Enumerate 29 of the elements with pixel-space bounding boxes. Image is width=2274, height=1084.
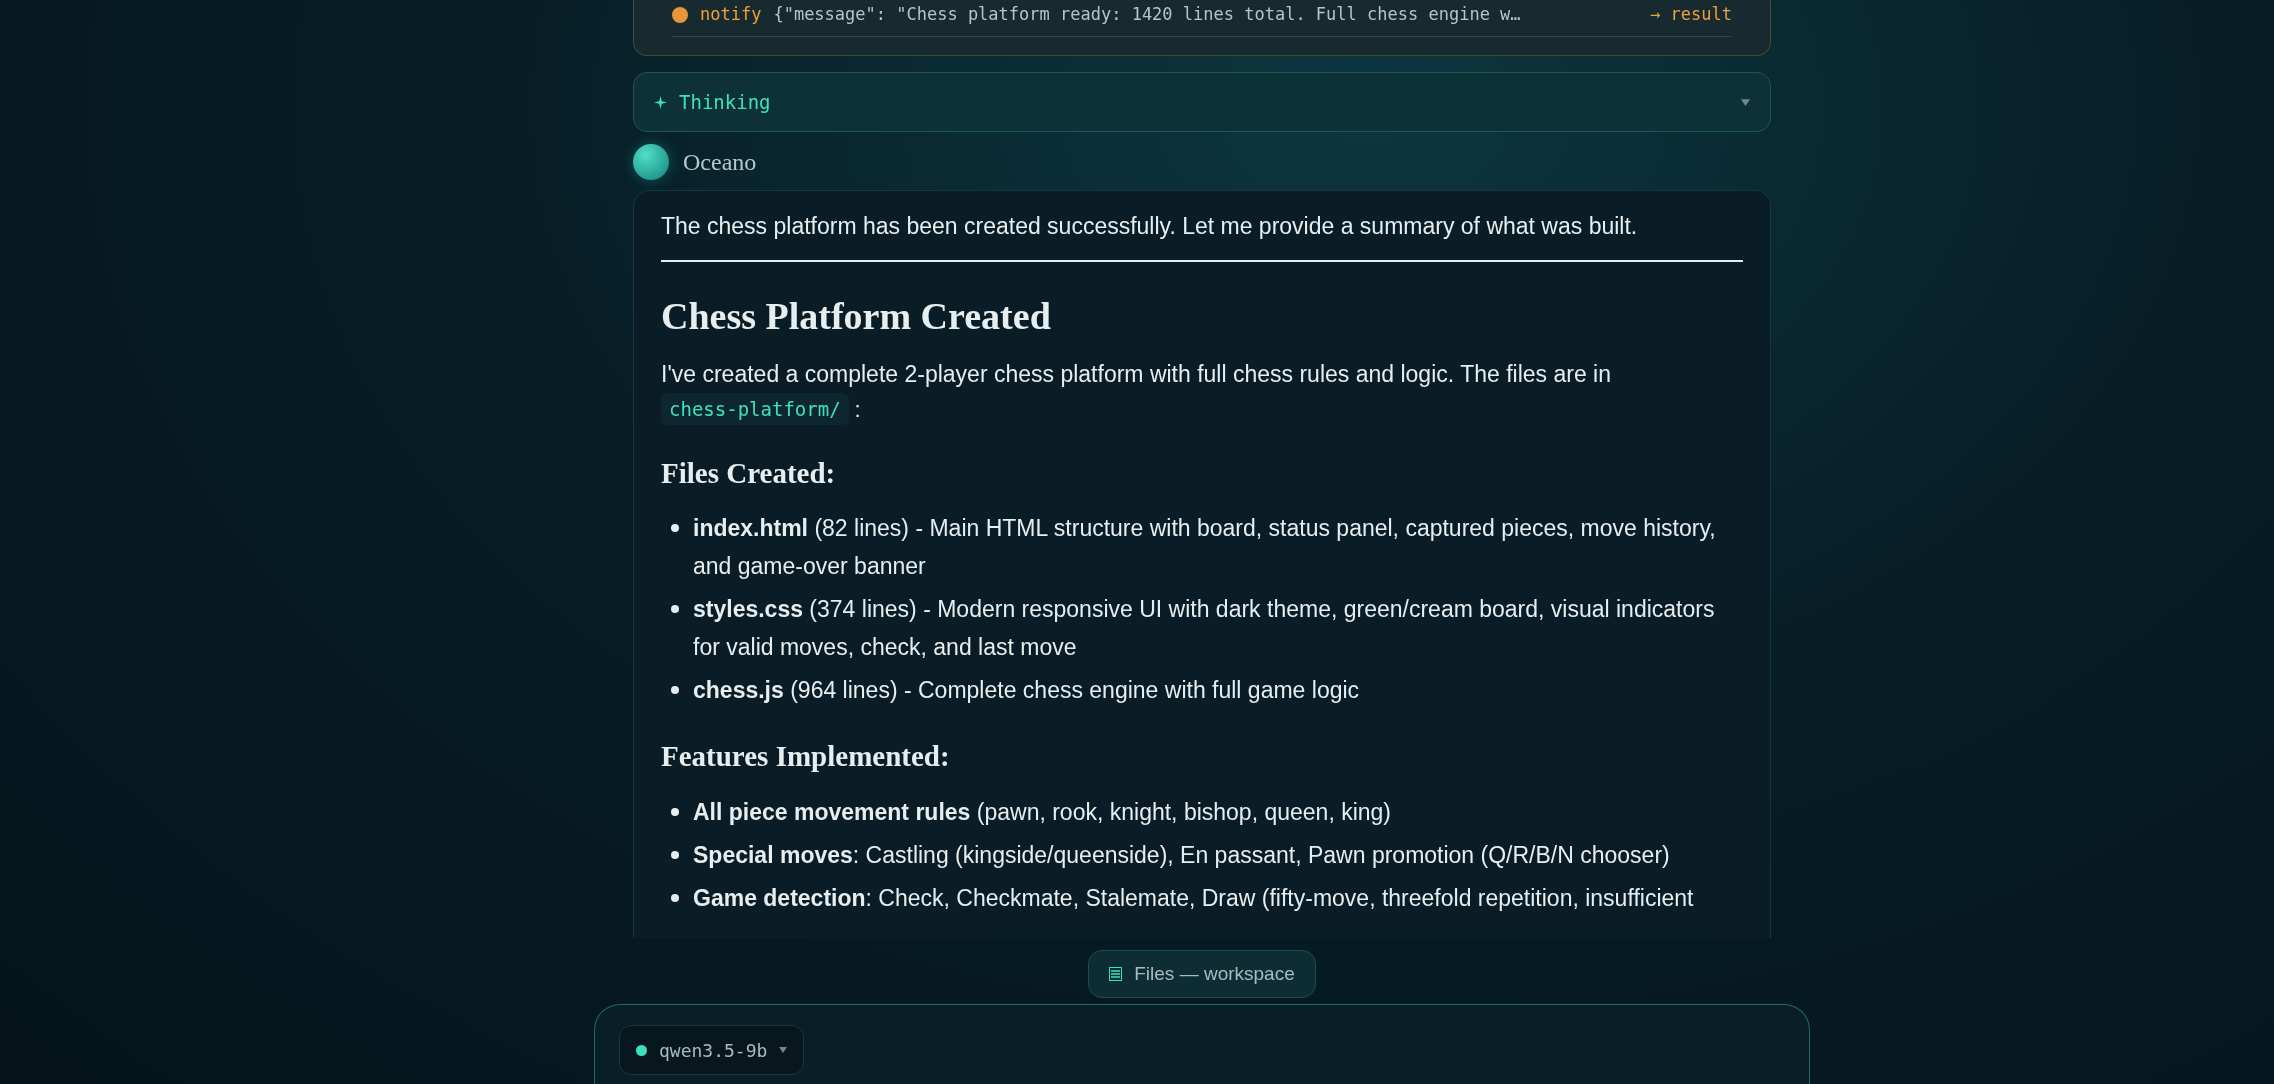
list-item-text: Special moves: Castling (kingside/queenside), En passant, Pawn promotion (Q/R/B/N chooser) — [693, 840, 1670, 870]
bullet-icon — [671, 686, 679, 694]
bullet-icon — [671, 893, 679, 902]
list-item-text: Game detection: Check, Checkmate, Stalemate, Draw (fifty-move, threefold repetition, insufficient — [693, 883, 1694, 913]
bullet-icon — [671, 605, 679, 613]
caret-icon — [1741, 98, 1750, 106]
list-item-text: chess.js (964 lines) - Complete chess engine with full game logic — [693, 676, 1360, 705]
section-heading: Files Created: — [661, 455, 837, 491]
bullet-icon — [671, 807, 679, 816]
assistant-name: Oceano — [683, 148, 757, 177]
caret-icon — [779, 1047, 788, 1053]
bullet-icon — [671, 524, 679, 532]
colon-text: : — [854, 395, 861, 424]
file-list-icon — [1109, 967, 1123, 981]
path-code: chess-platform/ — [661, 392, 849, 426]
files-button[interactable]: Files — workspace — [1088, 950, 1316, 998]
message-heading: Chess Platform Created — [661, 293, 1052, 339]
model-selector[interactable]: qwen3.5-9b — [619, 1025, 805, 1075]
tool-name: notify — [700, 3, 762, 26]
thinking-toggle[interactable]: Thinking — [633, 72, 1771, 132]
list-item-text: All piece movement rules (pawn, rook, knight, bishop, queen, king) — [693, 797, 1392, 827]
tool-result-link[interactable]: → result — [1650, 2, 1732, 28]
message-paragraph: I've created a complete 2-player chess platform with full chess rules and logic. The files are in — [661, 359, 1612, 389]
sparkle-icon — [654, 95, 667, 109]
tool-arguments: {"message": "Chess platform ready: 1420 lines total. Full chess engine w… — [773, 3, 1521, 26]
bullet-icon — [671, 850, 679, 859]
avatar-icon — [633, 144, 669, 180]
intro-text: The chess platform has been created successfully. Let me provide a summary of what was built. — [661, 209, 1743, 262]
section-heading: Features Implemented: — [661, 739, 951, 774]
